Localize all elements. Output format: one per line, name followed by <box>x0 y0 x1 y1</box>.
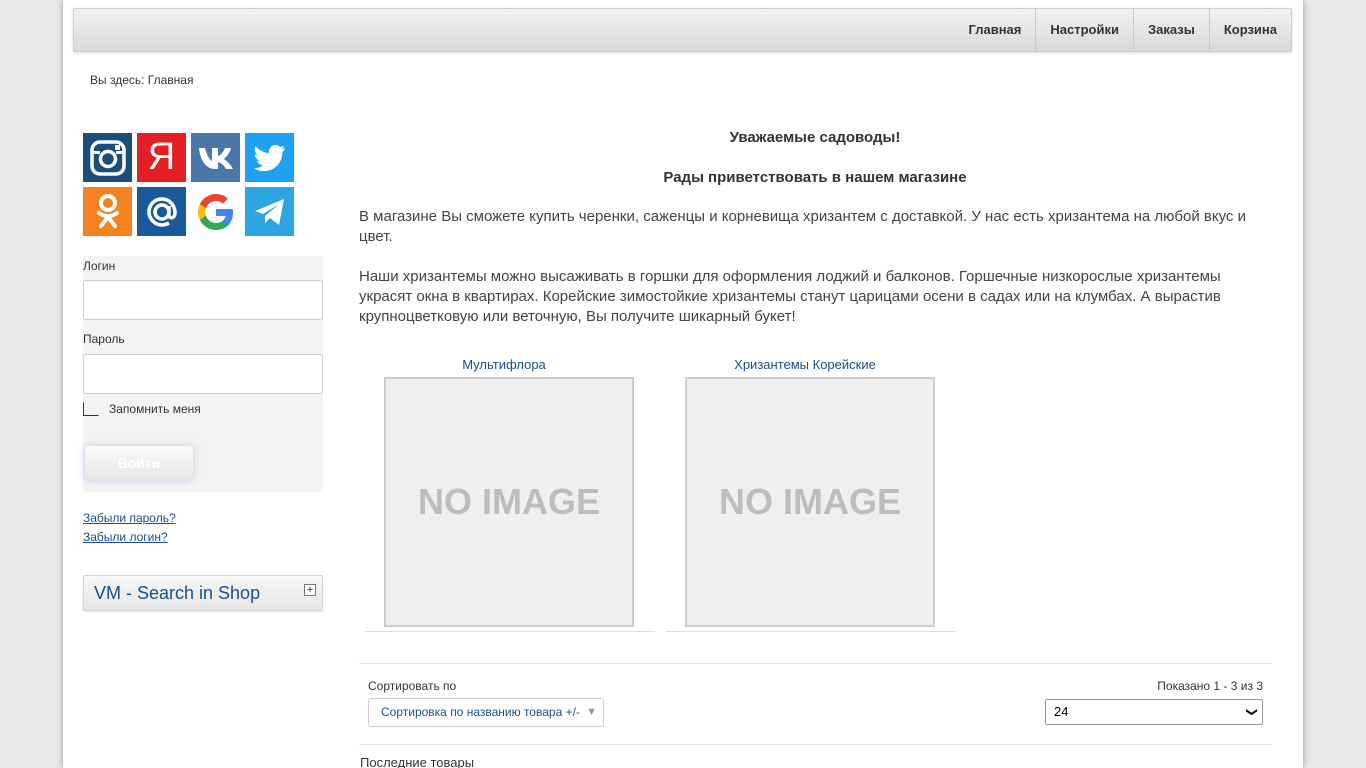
category-card: Хризантемы Корейские NO IMAGE <box>660 357 956 632</box>
expand-icon[interactable]: + <box>304 584 316 596</box>
login-form: Логин Пароль Запомнить меня Войти <box>83 256 323 492</box>
remember-checkbox[interactable] <box>83 402 99 416</box>
search-module[interactable]: VM - Search in Shop + <box>83 575 323 611</box>
menu-item-orders[interactable]: Заказы <box>1132 9 1209 51</box>
description-paragraph: Наши хризантемы можно высаживать в горшк… <box>359 268 1221 325</box>
social-login-grid: Я <box>83 133 298 236</box>
menu-item-cart[interactable]: Корзина <box>1208 9 1291 51</box>
password-label: Пароль <box>83 332 125 346</box>
limit-select[interactable]: 24 ❮ <box>1045 699 1263 725</box>
instagram-icon[interactable] <box>83 133 132 182</box>
latest-products-title: Последние товары <box>360 755 475 768</box>
password-input[interactable] <box>83 354 323 394</box>
remember-label: Запомнить меня <box>109 402 201 416</box>
sort-label: Сортировать по <box>368 679 457 693</box>
divider <box>365 631 655 632</box>
category-link[interactable]: Мультифлора <box>359 357 649 372</box>
welcome-heading: Уважаемые садоводы! <box>729 129 901 146</box>
category-link[interactable]: Хризантемы Корейские <box>660 357 950 372</box>
divider <box>359 744 1271 745</box>
category-card: Мультифлора NO IMAGE <box>359 357 655 632</box>
account-links: Забыли пароль? Забыли логин? <box>83 509 176 547</box>
chevron-down-icon: ❮ <box>1245 707 1258 717</box>
forgot-password-link[interactable]: Забыли пароль? <box>83 509 176 528</box>
divider <box>666 631 956 632</box>
mailru-icon[interactable] <box>137 187 186 236</box>
google-icon[interactable] <box>191 187 240 236</box>
menu-item-home[interactable]: Главная <box>955 9 1036 51</box>
divider <box>359 663 1271 664</box>
remember-me: Запомнить меня <box>83 402 201 416</box>
yandex-icon[interactable]: Я <box>137 133 186 182</box>
sort-button[interactable]: Сортировка по названию товара +/- ▼ <box>368 698 604 727</box>
vk-icon[interactable] <box>191 133 240 182</box>
yandex-glyph: Я <box>147 136 176 178</box>
intro-paragraph: В магазине Вы сможете купить черенки, са… <box>359 208 1246 245</box>
login-input[interactable] <box>83 280 323 320</box>
telegram-icon[interactable] <box>245 187 294 236</box>
breadcrumb: Вы здесь: Главная <box>90 73 194 87</box>
login-button[interactable]: Войти <box>85 446 193 480</box>
sort-button-label: Сортировка по названию товара +/- <box>381 705 580 719</box>
sort-arrow-icon: ▼ <box>586 706 597 718</box>
menu-item-settings[interactable]: Настройки <box>1035 9 1133 51</box>
welcome-subheading: Рады приветствовать в нашем магазине <box>663 169 967 186</box>
limit-value: 24 <box>1054 704 1069 719</box>
login-label: Логин <box>83 259 116 273</box>
forgot-login-link[interactable]: Забыли логин? <box>83 528 176 547</box>
page-container: Главная Настройки Заказы Корзина Вы здес… <box>63 0 1303 768</box>
results-count: Показано 1 - 3 из 3 <box>1157 679 1263 693</box>
odnoklassniki-icon[interactable] <box>83 187 132 236</box>
category-image[interactable]: NO IMAGE <box>685 377 935 627</box>
search-module-title: VM - Search in Shop <box>94 583 261 603</box>
category-grid: Мультифлора NO IMAGE Хризантемы Корейски… <box>359 357 1271 637</box>
top-menu: Главная Настройки Заказы Корзина <box>73 8 1292 52</box>
category-image[interactable]: NO IMAGE <box>384 377 634 627</box>
twitter-icon[interactable] <box>245 133 294 182</box>
